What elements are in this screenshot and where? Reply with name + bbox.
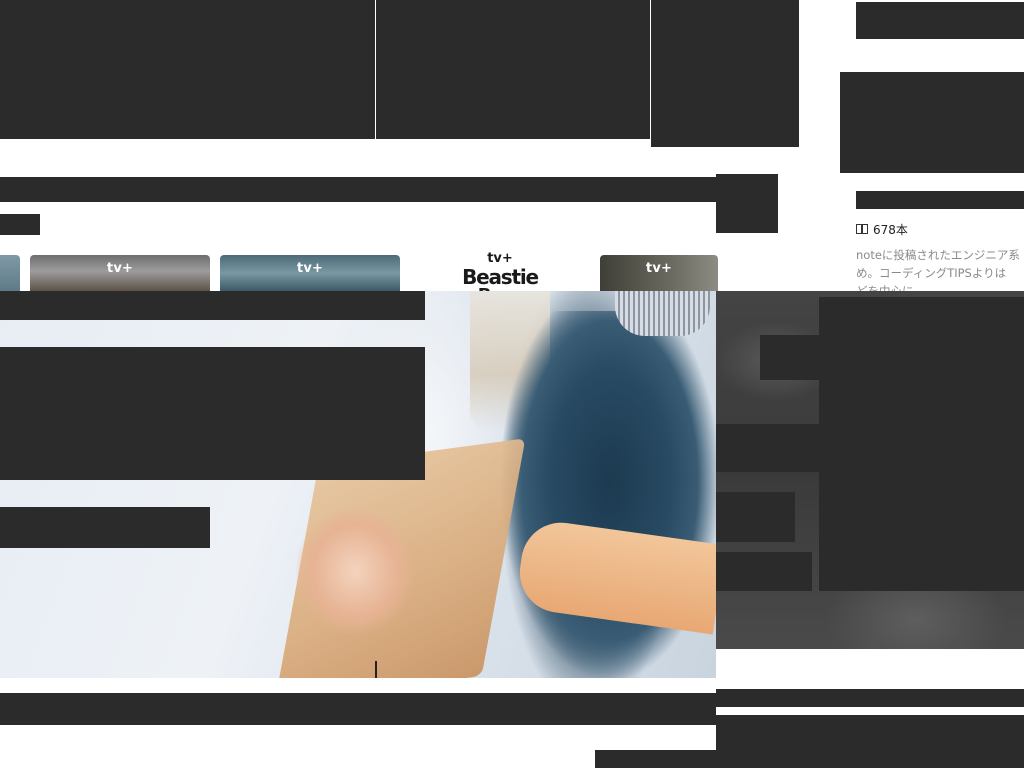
- right-thumbnail[interactable]: [840, 72, 1024, 173]
- hero-headline: [0, 347, 425, 480]
- video-card-beastie-boys[interactable]: tv+ Beastie Boys: [430, 249, 570, 293]
- side-overlay-label2: [716, 552, 812, 591]
- hero-top-bar: [0, 291, 425, 320]
- article-count: 678本: [856, 221, 908, 238]
- footer-right-bar: [716, 689, 1024, 707]
- side-overlay-small: [760, 335, 819, 380]
- header-banner-right: [651, 0, 799, 147]
- side-overlay-label1: [716, 492, 795, 542]
- hero-cta-button[interactable]: [0, 507, 210, 548]
- brand-label: tv+: [106, 261, 134, 276]
- brand-label: tv+: [487, 251, 513, 266]
- footer-bar: [0, 693, 716, 725]
- section-side-block: [716, 174, 778, 233]
- magazine-description: noteに投稿されたエンジニア系 め。コーディングTIPSよりは どを中心に: [856, 248, 1020, 292]
- side-overlay-main: [819, 297, 1024, 591]
- video-card-3[interactable]: tv+: [220, 255, 400, 295]
- footer-bottom-block: [595, 750, 716, 768]
- video-card-1[interactable]: [0, 255, 20, 295]
- section-heading-bar: [0, 177, 716, 202]
- brand-label: tv+: [645, 261, 673, 276]
- section-tag[interactable]: [0, 214, 40, 235]
- footer-right-block: [716, 715, 1024, 768]
- side-overlay-mid: [716, 424, 819, 472]
- brand-label: tv+: [296, 261, 324, 276]
- text-cursor: [375, 661, 377, 678]
- header-banner-mid: [376, 0, 650, 139]
- right-header-bar[interactable]: [856, 2, 1024, 39]
- header-banner-left: [0, 0, 375, 139]
- book-icon: [856, 224, 868, 235]
- right-title-bar[interactable]: [856, 191, 1024, 209]
- video-card-5[interactable]: tv+: [600, 255, 718, 295]
- article-count-label: 678本: [873, 223, 908, 237]
- video-card-2[interactable]: tv+: [30, 255, 210, 295]
